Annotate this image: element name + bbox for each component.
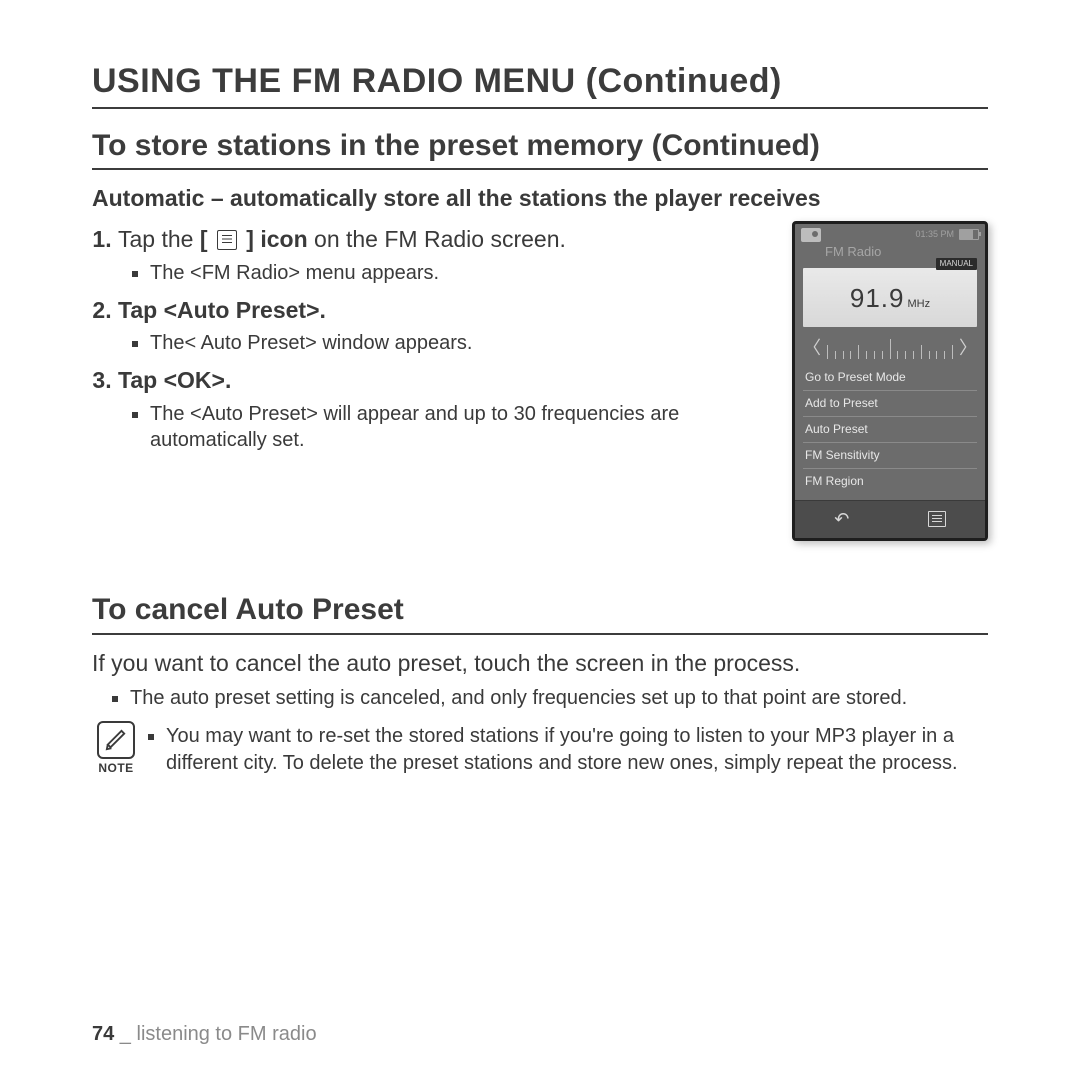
chevron-right-icon[interactable]: 〉: [959, 339, 977, 357]
page-footer: 74 _ listening to FM radio: [92, 1023, 317, 1046]
device-menu-item[interactable]: FM Region: [803, 469, 977, 494]
device-menu-item[interactable]: Go to Preset Mode: [803, 365, 977, 391]
mode-line: Automatic – automatically store all the …: [92, 184, 988, 213]
step-2: Tap <Auto Preset>. The< Auto Preset> win…: [118, 296, 772, 357]
device-status-bar: 01:35 PM: [795, 224, 985, 244]
step-3-a: Tap: [118, 367, 164, 393]
step-1-bracket-close: ]: [246, 226, 254, 252]
note-badge: NOTE: [92, 721, 140, 776]
tuning-dial: [827, 337, 953, 359]
step-1-sub: The <FM Radio> menu appears.: [150, 260, 772, 286]
list-icon[interactable]: [928, 511, 946, 527]
note-label: NOTE: [98, 761, 133, 776]
step-1-bracket-open: [: [200, 226, 208, 252]
step-3: Tap <OK>. The <Auto Preset> will appear …: [118, 366, 772, 453]
chevron-left-icon[interactable]: 〈: [803, 339, 821, 357]
device-menu-item[interactable]: Auto Preset: [803, 417, 977, 443]
step-2-a: Tap: [118, 297, 164, 323]
step-1-pre: Tap the: [118, 226, 200, 252]
back-icon[interactable]: ↶: [834, 508, 849, 531]
page-title: USING THE FM RADIO MENU (Continued): [92, 60, 988, 109]
cancel-body: If you want to cancel the auto preset, t…: [92, 649, 988, 678]
device-menu-item[interactable]: Add to Preset: [803, 391, 977, 417]
tuning-dial-row: 〈 〉: [803, 337, 977, 359]
manual-tag: MANUAL: [936, 258, 977, 270]
footer-chapter: listening to FM radio: [137, 1023, 317, 1045]
frequency-panel: MANUAL 91.9MHz: [803, 268, 977, 327]
note-pencil-icon: [97, 721, 135, 759]
note-text: You may want to re-set the stored statio…: [166, 723, 988, 777]
radio-icon: [801, 228, 821, 242]
device-time: 01:35 PM: [915, 229, 954, 240]
step-3-sub: The <Auto Preset> will appear and up to …: [150, 401, 772, 453]
step-2-b: <Auto Preset>: [164, 297, 320, 323]
section-store-heading: To store stations in the preset memory (…: [92, 127, 988, 171]
device-bottom-bar: ↶: [795, 500, 985, 539]
step-3-c: .: [225, 367, 231, 393]
footer-sep: _: [114, 1023, 136, 1045]
page-number: 74: [92, 1023, 114, 1045]
step-3-b: <OK>: [164, 367, 225, 393]
frequency-value: 91.9: [850, 283, 905, 313]
device-menu-list: Go to Preset Mode Add to Preset Auto Pre…: [803, 365, 977, 494]
menu-lines-icon: [217, 230, 237, 250]
steps-list: Tap the [ ] icon on the FM Radio screen.…: [92, 225, 772, 453]
step-1-post: on the FM Radio screen.: [308, 226, 566, 252]
section-cancel-heading: To cancel Auto Preset: [92, 591, 988, 635]
frequency-unit: MHz: [908, 298, 931, 310]
device-mockup: 01:35 PM FM Radio MANUAL 91.9MHz 〈 〉 Go …: [792, 221, 988, 541]
cancel-sub: The auto preset setting is canceled, and…: [130, 685, 988, 711]
step-2-c: .: [320, 297, 326, 323]
step-2-sub: The< Auto Preset> window appears.: [150, 330, 772, 356]
device-menu-item[interactable]: FM Sensitivity: [803, 443, 977, 469]
battery-icon: [959, 229, 979, 240]
step-1: Tap the [ ] icon on the FM Radio screen.…: [118, 225, 772, 286]
step-1-icon-word: icon: [260, 226, 307, 252]
